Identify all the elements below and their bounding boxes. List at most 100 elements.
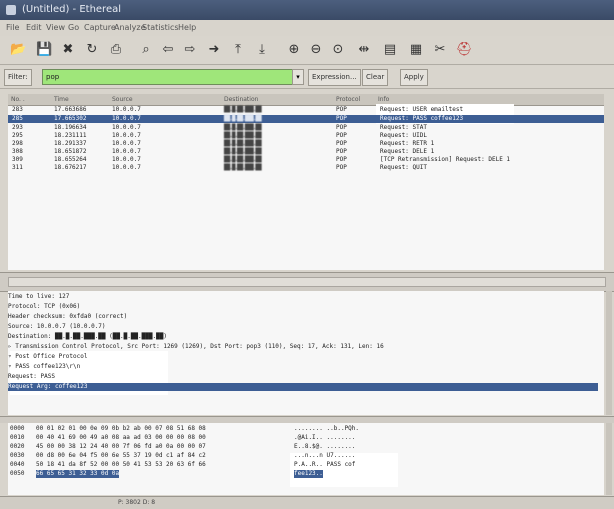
packet-row[interactable]: 298 18.291337 10.0.0.7 ██.█.██.███.██ PO… <box>8 140 604 148</box>
packet-list: 283 17.663686 10.0.0.7 ██.█.██.███.██ PO… <box>8 104 604 270</box>
close-icon[interactable]: ✖ <box>60 42 76 58</box>
col-source[interactable]: Source <box>112 96 133 103</box>
packet-row[interactable]: 309 18.655264 10.0.0.7 ██.█.██.███.██ PO… <box>8 156 604 164</box>
detail-row-pass[interactable]: ▿ PASS coffee123\r\n <box>8 363 598 371</box>
detail-row[interactable]: Destination: ██.█.██.███.██ (██.█.██.███… <box>8 333 598 341</box>
packet-no: 311 <box>12 164 23 171</box>
menu-help[interactable]: Help <box>178 23 196 32</box>
pane-splitter[interactable] <box>0 272 614 292</box>
hex-row[interactable]: 0010 00 40 41 69 00 49 a0 08 aa ad 03 00… <box>8 434 604 442</box>
packet-protocol: POP <box>336 148 347 155</box>
preferences-icon[interactable]: ✂ <box>432 42 448 58</box>
hex-row[interactable]: 0050 66 65 65 31 32 33 0d 0a fee123.. <box>8 470 604 478</box>
hex-scrollbar[interactable] <box>606 423 612 495</box>
packet-destination: ██.█.██.███.██ <box>224 140 262 147</box>
hex-pane: 0000 00 01 02 01 00 0e 09 0b b2 ab 00 07… <box>8 423 604 495</box>
packet-destination: ██.█.██.███.██ <box>224 124 262 131</box>
packet-row[interactable]: 308 18.651872 10.0.0.7 ██.█.██.███.██ PO… <box>8 148 604 156</box>
menu-edit[interactable]: Edit <box>26 23 42 32</box>
packet-row-selected[interactable]: 285 17.665302 10.0.0.7 ██.█.██.███.██ PO… <box>8 115 604 123</box>
packet-row[interactable]: 293 18.196634 10.0.0.7 ██.█.██.███.██ PO… <box>8 124 604 132</box>
packet-destination: ██.█.██.███.██ <box>224 156 262 163</box>
packet-row[interactable]: 311 18.676217 10.0.0.7 ██.█.██.███.██ PO… <box>8 164 604 172</box>
packet-protocol: POP <box>336 156 347 163</box>
zoom-out-icon[interactable]: ⊖ <box>308 42 324 58</box>
menu-analyze[interactable]: Analyze <box>114 23 146 32</box>
reload-icon[interactable]: ↻ <box>84 42 100 58</box>
help-icon[interactable]: ⛑ <box>456 42 473 58</box>
hex-ascii: ........ ..b..PQh. <box>294 425 360 432</box>
detail-row-selected[interactable]: Request Arg: coffee123 <box>8 383 598 391</box>
menu-view[interactable]: View <box>46 23 65 32</box>
print-icon[interactable]: ⎙ <box>108 42 124 58</box>
detail-row[interactable]: Header checksum: 0xfda0 (correct) <box>8 313 598 321</box>
resize-columns-icon[interactable]: ⇹ <box>356 42 372 58</box>
packet-source: 10.0.0.7 <box>112 106 141 113</box>
pane-splitter[interactable] <box>0 416 614 423</box>
menu-statistics[interactable]: Statistics <box>142 23 179 32</box>
back-icon[interactable]: ⇦ <box>160 42 176 58</box>
packet-source: 10.0.0.7 <box>112 140 141 147</box>
packet-time: 18.676217 <box>54 164 87 171</box>
goto-icon[interactable]: ➜ <box>206 42 222 58</box>
menu-bar: File Edit View Go Capture Analyze Statis… <box>0 21 614 35</box>
col-info[interactable]: Info <box>378 96 389 103</box>
details-scrollbar[interactable] <box>606 291 612 415</box>
packet-row[interactable]: 295 18.231111 10.0.0.7 ██.█.██.███.██ PO… <box>8 132 604 140</box>
bottom-icon[interactable]: ⤓ <box>254 42 270 58</box>
detail-row-pop[interactable]: ▿ Post Office Protocol <box>8 353 598 361</box>
save-icon[interactable]: 💾 <box>36 42 52 58</box>
packet-info: Request: USER emailtest <box>380 106 464 113</box>
apply-button[interactable]: Apply <box>400 69 428 86</box>
detail-row[interactable]: Source: 10.0.0.7 (10.0.0.7) <box>8 323 598 331</box>
packet-no: 293 <box>12 124 23 131</box>
packet-time: 17.665302 <box>54 115 87 122</box>
menu-capture[interactable]: Capture <box>84 23 116 32</box>
filter-input[interactable]: pop <box>42 69 293 85</box>
zoom-in-icon[interactable]: ⊕ <box>286 42 302 58</box>
top-icon[interactable]: ⤒ <box>230 42 246 58</box>
packet-info: Request: DELE 1 <box>380 148 435 155</box>
display-filter-icon[interactable]: ▦ <box>408 42 424 58</box>
detail-row-tcp[interactable]: ▹ Transmission Control Protocol, Src Por… <box>8 343 598 351</box>
hex-row[interactable]: 0020 45 00 00 38 12 24 40 00 7f 06 fd a0… <box>8 443 604 451</box>
menu-file[interactable]: File <box>6 23 19 32</box>
filter-dropdown[interactable]: ▾ <box>292 69 304 85</box>
clear-button[interactable]: Clear <box>362 69 389 86</box>
col-protocol[interactable]: Protocol <box>336 96 360 103</box>
packet-row[interactable]: 283 17.663686 10.0.0.7 ██.█.██.███.██ PO… <box>8 106 604 114</box>
capture-filter-icon[interactable]: ▤ <box>382 42 398 58</box>
packet-time: 18.231111 <box>54 132 87 139</box>
hex-row[interactable]: 0030 00 d8 00 6e 04 f5 00 6e 55 37 19 0d… <box>8 452 604 460</box>
packet-source: 10.0.0.7 <box>112 148 141 155</box>
menu-go[interactable]: Go <box>68 23 79 32</box>
packet-destination: ██.█.██.███.██ <box>224 148 262 155</box>
hex-row[interactable]: 0040 50 18 41 da 8f 52 00 00 50 41 53 53… <box>8 461 604 469</box>
packet-no: 308 <box>12 148 23 155</box>
col-time[interactable]: Time <box>54 96 69 103</box>
packet-time: 18.651872 <box>54 148 87 155</box>
packet-protocol: POP <box>336 140 347 147</box>
detail-row-request[interactable]: Request: PASS <box>8 373 598 381</box>
packet-no: 285 <box>12 115 23 122</box>
horizontal-scrollbar[interactable] <box>8 277 606 287</box>
detail-row[interactable]: Protocol: TCP (0x06) <box>8 303 598 311</box>
hex-row[interactable]: 0000 00 01 02 01 00 0e 09 0b b2 ab 00 07… <box>8 425 604 433</box>
find-icon[interactable]: ⌕ <box>138 42 154 58</box>
col-no[interactable]: No. . <box>11 96 25 103</box>
hex-ascii: ...n...n U7...... <box>294 452 356 459</box>
open-icon[interactable]: 📂 <box>10 42 26 58</box>
detail-row[interactable]: Time to live: 127 <box>8 293 598 301</box>
expression-button[interactable]: Expression... <box>308 69 361 86</box>
zoom-normal-icon[interactable]: ⊙ <box>330 42 346 58</box>
hex-offset: 0020 <box>10 443 25 450</box>
packet-info: [TCP Retransmission] Request: DELE 1 <box>380 156 511 163</box>
forward-icon[interactable]: ⇨ <box>182 42 198 58</box>
packet-info: Request: RETR 1 <box>380 140 435 147</box>
status-bar: P: 3802 D: 8 <box>0 496 614 509</box>
filter-label-button[interactable]: Filter: <box>4 69 32 86</box>
packet-source: 10.0.0.7 <box>112 156 141 163</box>
col-destination[interactable]: Destination <box>224 96 258 103</box>
packet-source: 10.0.0.7 <box>112 164 141 171</box>
packet-protocol: POP <box>336 115 347 122</box>
